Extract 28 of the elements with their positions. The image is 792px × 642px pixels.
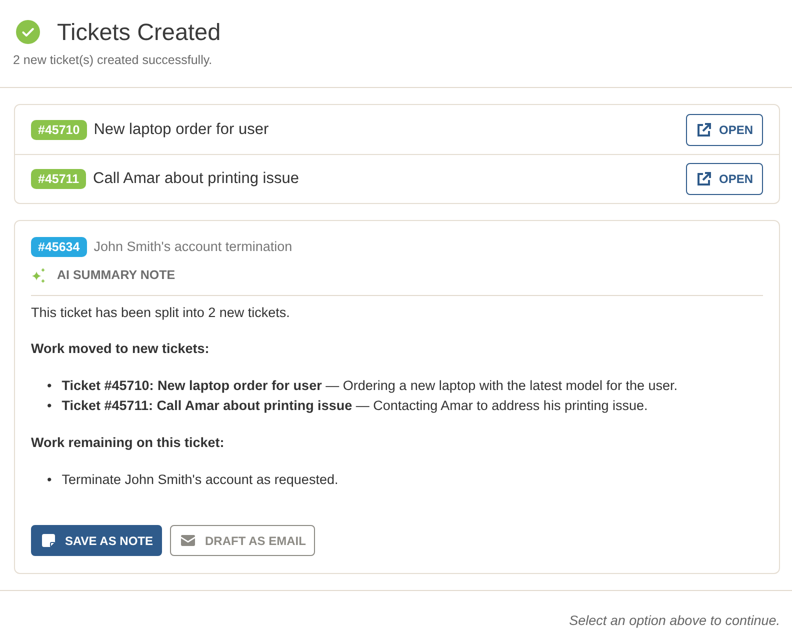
envelope-icon xyxy=(181,535,196,546)
note-list-item: Ticket #45711: Call Amar about printing issue — Contacting Amar to address his printing issue. xyxy=(62,397,648,415)
note-list-item: Terminate John Smith's account as requested. xyxy=(62,471,338,489)
save-note-button[interactable]: SAVE AS NOTE xyxy=(31,525,162,556)
open-button[interactable]: OPEN xyxy=(686,114,763,146)
instruction-text: Select an option above to continue. xyxy=(569,613,780,628)
ticket-number-badge: #45710 xyxy=(31,120,87,140)
note-list-item: Ticket #45710: New laptop order for user — Ordering a new laptop with the latest model for the user. xyxy=(62,377,678,395)
ticket-title: New laptop order for user xyxy=(94,120,269,140)
note-heading: Work moved to new tickets: xyxy=(31,340,210,358)
check-circle-icon xyxy=(16,20,40,44)
ticket-number-badge: #45634 xyxy=(31,237,87,258)
ticket-title: John Smith's account termination xyxy=(94,238,292,256)
list-bullet: • xyxy=(47,471,52,489)
external-link-icon xyxy=(696,122,711,136)
section-label: AI SUMMARY NOTE xyxy=(57,267,176,284)
success-message: 2 new ticket(s) created successfully. xyxy=(13,53,212,68)
list-bullet: • xyxy=(47,377,52,395)
sparkle-icon xyxy=(31,268,47,284)
list-bullet: • xyxy=(47,397,52,415)
note-heading: Work remaining on this ticket: xyxy=(31,434,226,452)
ticket-title: Call Amar about printing issue xyxy=(93,169,299,190)
open-button[interactable]: OPEN xyxy=(686,163,763,195)
note-paragraph: This ticket has been split into 2 new tickets. xyxy=(31,304,291,322)
sticky-note-icon xyxy=(42,534,55,547)
ticket-number-badge: #45711 xyxy=(31,169,86,189)
external-link-icon xyxy=(696,172,711,186)
page-title: Tickets Created xyxy=(57,19,221,45)
